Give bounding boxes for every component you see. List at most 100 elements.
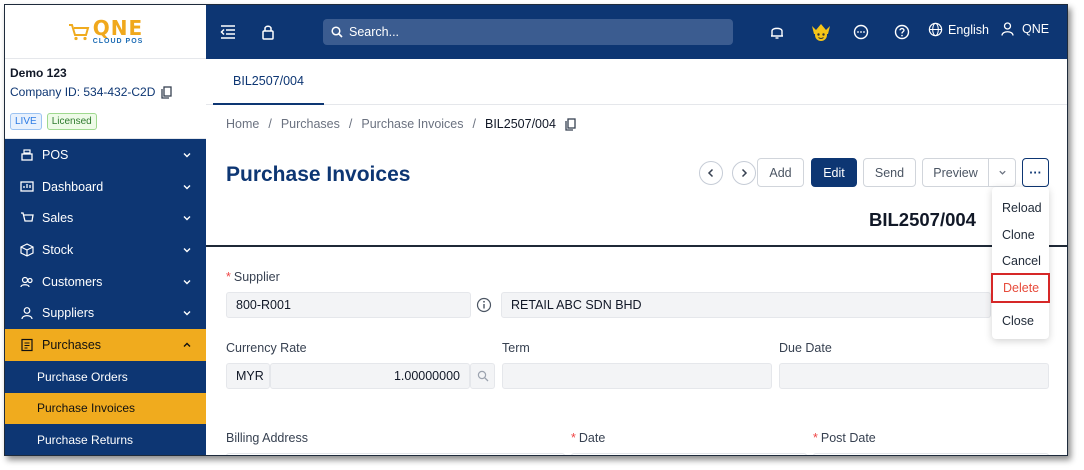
chevron-down-icon bbox=[183, 216, 191, 221]
due-date-field[interactable] bbox=[779, 363, 1049, 389]
sidebar-item-label: Suppliers bbox=[42, 306, 95, 321]
date-label: Date bbox=[578, 431, 606, 445]
header-divider bbox=[206, 245, 1067, 247]
copy-icon[interactable] bbox=[565, 117, 576, 131]
purchases-icon bbox=[19, 337, 35, 353]
sidebar-item-customers[interactable]: Customers bbox=[5, 266, 206, 298]
sidebar-item-stock[interactable]: Stock bbox=[5, 234, 206, 266]
chevron-down-icon bbox=[183, 247, 191, 253]
breadcrumb-purchase-invoices[interactable]: Purchase Invoices bbox=[361, 117, 463, 131]
suppliers-icon bbox=[19, 305, 35, 321]
pos-icon bbox=[19, 147, 35, 163]
preview-dropdown-button[interactable] bbox=[988, 158, 1016, 187]
sidebar-subitem-purchase-returns[interactable]: Purchase Returns bbox=[5, 424, 206, 455]
menu-item-close[interactable]: Close bbox=[992, 308, 1049, 334]
company-id: Company ID: 534-432-C2D bbox=[10, 85, 156, 99]
more-actions-button[interactable]: ··· bbox=[1022, 158, 1049, 187]
main-content: BIL2507/004 Home / Purchases / Purchase … bbox=[206, 59, 1067, 455]
language-label: English bbox=[948, 22, 989, 37]
billing-address-field[interactable] bbox=[226, 453, 565, 455]
search-placeholder: Search... bbox=[349, 25, 400, 39]
currency-value: MYR bbox=[236, 369, 264, 383]
currency-rate-lookup-button[interactable] bbox=[470, 363, 495, 389]
sidebar-item-sales[interactable]: Sales bbox=[5, 202, 206, 234]
chevron-down-icon bbox=[998, 170, 1006, 175]
supplier-label: Supplier bbox=[233, 270, 280, 284]
previous-record-button[interactable] bbox=[699, 161, 723, 185]
chevron-down-icon bbox=[183, 152, 191, 158]
info-icon[interactable] bbox=[474, 295, 494, 315]
document-tabs: BIL2507/004 bbox=[206, 59, 1067, 105]
sidebar-item-label: Purchases bbox=[42, 337, 102, 352]
date-field[interactable] bbox=[571, 453, 807, 455]
required-marker: * bbox=[226, 270, 231, 284]
term-label: Term bbox=[502, 341, 530, 355]
edit-button[interactable]: Edit bbox=[811, 158, 857, 187]
sidebar-item-label: Customers bbox=[42, 274, 103, 289]
chevron-right-icon bbox=[741, 168, 748, 178]
sidebar-item-label: Dashboard bbox=[42, 179, 104, 194]
chevron-down-icon bbox=[183, 184, 191, 190]
chevron-left-icon bbox=[707, 168, 714, 178]
chevron-up-icon bbox=[183, 342, 191, 347]
supplier-code-value: 800-R001 bbox=[236, 298, 291, 312]
sidebar: QNE CLOUD POS Demo 123 Company ID: 534-4… bbox=[5, 5, 206, 455]
currency-rate-field[interactable]: 1.00000000 bbox=[270, 363, 470, 389]
licensed-badge: Licensed bbox=[46, 113, 97, 130]
sidebar-menu: POS Dashboard Sales Stock Customers Supp… bbox=[5, 139, 206, 455]
mascot-crown-icon[interactable] bbox=[809, 22, 833, 42]
menu-item-cancel[interactable]: Cancel bbox=[992, 248, 1049, 274]
logo-area[interactable]: QNE CLOUD POS bbox=[5, 5, 206, 59]
chat-icon[interactable] bbox=[851, 22, 871, 42]
menu-item-reload[interactable]: Reload bbox=[992, 195, 1049, 221]
send-button[interactable]: Send bbox=[863, 158, 916, 187]
more-actions-menu: Reload Clone Cancel Delete Close bbox=[991, 187, 1050, 339]
chevron-down-icon bbox=[183, 311, 191, 316]
supplier-name-field[interactable]: RETAIL ABC SDN BHD bbox=[501, 292, 991, 318]
preview-button[interactable]: Preview bbox=[922, 158, 989, 187]
bell-icon[interactable] bbox=[767, 22, 787, 42]
sidebar-item-dashboard[interactable]: Dashboard bbox=[5, 171, 206, 203]
language-selector[interactable]: English bbox=[928, 22, 989, 37]
company-info: Demo 123 Company ID: 534-432-C2D LIVE Li… bbox=[5, 59, 206, 139]
stock-icon bbox=[19, 242, 35, 258]
lock-icon[interactable] bbox=[258, 22, 278, 42]
user-menu[interactable]: QNE bbox=[1001, 22, 1049, 36]
breadcrumb-home[interactable]: Home bbox=[226, 117, 259, 131]
menu-collapse-icon[interactable] bbox=[218, 22, 238, 42]
help-icon[interactable] bbox=[892, 22, 912, 42]
breadcrumb-purchases[interactable]: Purchases bbox=[281, 117, 340, 131]
term-field[interactable] bbox=[502, 363, 772, 389]
breadcrumb: Home / Purchases / Purchase Invoices / B… bbox=[226, 117, 576, 131]
sidebar-item-pos[interactable]: POS bbox=[5, 139, 206, 171]
sidebar-item-label: POS bbox=[42, 147, 69, 162]
globe-icon bbox=[928, 22, 943, 37]
menu-item-clone[interactable]: Clone bbox=[992, 222, 1049, 248]
sales-icon bbox=[19, 210, 35, 226]
sidebar-subitem-purchase-invoices[interactable]: Purchase Invoices bbox=[5, 392, 206, 425]
tab-bil2507-004[interactable]: BIL2507/004 bbox=[213, 59, 324, 105]
customers-icon bbox=[19, 274, 35, 290]
company-name: Demo 123 bbox=[10, 66, 67, 80]
supplier-name-value: RETAIL ABC SDN BHD bbox=[511, 298, 642, 312]
sidebar-item-label: Sales bbox=[42, 211, 74, 226]
sidebar-item-label: Stock bbox=[42, 242, 74, 257]
next-record-button[interactable] bbox=[732, 161, 756, 185]
copy-icon[interactable] bbox=[161, 85, 173, 99]
required-marker: * bbox=[813, 431, 818, 445]
user-name: QNE bbox=[1022, 22, 1050, 36]
menu-item-delete[interactable]: Delete bbox=[991, 273, 1050, 303]
post-date-field[interactable] bbox=[813, 453, 1049, 455]
currency-rate-label: Currency Rate bbox=[226, 341, 307, 355]
search-icon bbox=[331, 26, 343, 38]
sidebar-item-purchases[interactable]: Purchases bbox=[5, 329, 206, 361]
sidebar-item-suppliers[interactable]: Suppliers bbox=[5, 297, 206, 329]
qne-logo: QNE CLOUD POS bbox=[68, 18, 144, 45]
sidebar-subitem-purchase-orders[interactable]: Purchase Orders bbox=[5, 360, 206, 393]
search-input[interactable]: Search... bbox=[323, 19, 733, 45]
supplier-code-field[interactable]: 800-R001 bbox=[226, 292, 471, 318]
user-icon bbox=[1001, 22, 1014, 36]
logo-text: QNE bbox=[92, 16, 144, 40]
add-button[interactable]: Add bbox=[757, 158, 804, 187]
currency-field[interactable]: MYR bbox=[226, 363, 270, 389]
